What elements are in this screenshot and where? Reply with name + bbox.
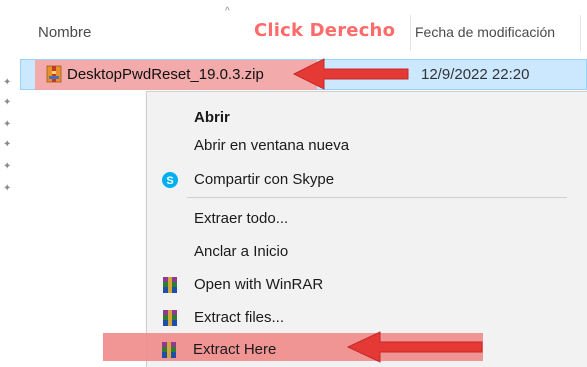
menu-item-extract-files[interactable]: Extract files...	[147, 304, 587, 332]
menu-separator	[187, 197, 567, 198]
winrar-icon	[162, 342, 176, 358]
annotation-arrow-icon	[346, 331, 483, 363]
file-modified-date: 12/9/2022 22:20	[421, 66, 530, 83]
menu-item-label: Extract Here	[193, 341, 277, 358]
menu-item-open-new-window[interactable]: Abrir en ventana nueva	[147, 132, 587, 160]
menu-item-share-skype[interactable]: S Compartir con Skype	[147, 166, 587, 194]
pin-icon: ✦	[3, 77, 12, 88]
menu-item-label: Extraer todo...	[194, 210, 289, 227]
winrar-icon	[163, 277, 177, 293]
menu-item-label: Anclar a Inicio	[194, 243, 289, 260]
annotation-callout: Click Derecho	[254, 20, 396, 41]
pin-icon: ✦	[3, 97, 12, 108]
menu-item-open[interactable]: Abrir	[147, 104, 587, 132]
menu-item-pin-start[interactable]: Anclar a Inicio	[147, 238, 587, 266]
menu-item-open-winrar[interactable]: Open with WinRAR	[147, 271, 587, 299]
menu-item-label: Abrir	[194, 109, 230, 126]
pin-icon: ✦	[3, 161, 12, 172]
skype-icon: S	[162, 172, 178, 188]
annotation-arrow-icon	[292, 58, 409, 90]
menu-item-label: Extract files...	[194, 309, 285, 326]
winrar-icon	[163, 310, 177, 326]
column-header-name[interactable]: Nombre	[38, 24, 91, 41]
column-divider[interactable]	[580, 15, 581, 51]
svg-text:S: S	[166, 175, 173, 187]
context-menu: Abrir Abrir en ventana nueva S Compartir…	[146, 91, 587, 367]
menu-item-label: Compartir con Skype	[194, 171, 335, 188]
menu-item-label: Abrir en ventana nueva	[194, 137, 350, 154]
file-name[interactable]: DesktopPwdReset_19.0.3.zip	[67, 66, 264, 83]
pin-icon: ✦	[3, 183, 12, 194]
pin-icon: ✦	[3, 139, 12, 150]
pin-icon: ✦	[3, 119, 12, 130]
sort-ascending-icon: ^	[225, 6, 230, 17]
winrar-zip-icon	[46, 65, 62, 83]
menu-item-label: Open with WinRAR	[194, 276, 324, 293]
menu-item-extract-all[interactable]: Extraer todo...	[147, 205, 587, 233]
column-header-modified[interactable]: Fecha de modificación	[415, 24, 555, 40]
column-divider[interactable]	[410, 15, 411, 51]
